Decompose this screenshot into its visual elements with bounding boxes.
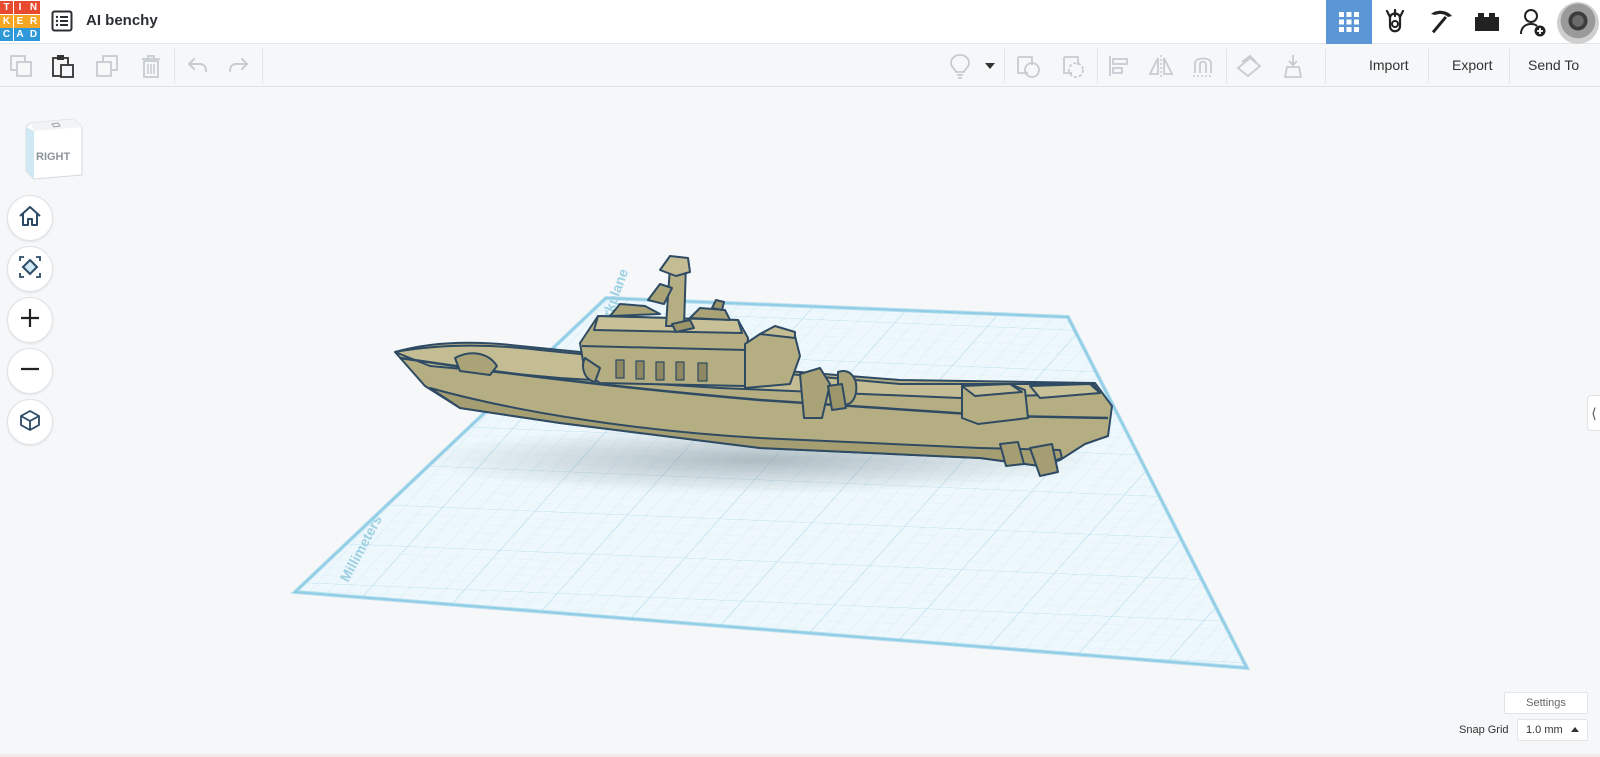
- toolbar-separator: [1226, 49, 1227, 83]
- logo-letter: C: [0, 28, 13, 41]
- paste-icon[interactable]: [50, 53, 76, 79]
- light-bulb-icon[interactable]: [947, 53, 973, 79]
- logo-letter: N: [27, 1, 40, 14]
- undo-icon[interactable]: [184, 53, 210, 79]
- mirror-icon[interactable]: [1148, 53, 1174, 79]
- drop-icon[interactable]: [1280, 53, 1306, 79]
- caret-up-icon: [1571, 727, 1579, 732]
- toolbar-separator: [1325, 49, 1326, 83]
- perspective-cube-icon: [19, 409, 41, 436]
- avatar: [1557, 1, 1599, 44]
- add-user-icon[interactable]: [1510, 0, 1556, 44]
- delete-icon[interactable]: [138, 53, 164, 79]
- fit-all-icon: [18, 255, 42, 284]
- send-to-button[interactable]: Send To: [1528, 57, 1579, 73]
- snap-grid-select[interactable]: 1.0 mm: [1517, 719, 1588, 741]
- top-bar: TIN KER CAD AI benchy: [0, 0, 1600, 44]
- redo-icon[interactable]: [226, 53, 252, 79]
- dropdown-caret-icon[interactable]: [982, 53, 998, 79]
- duplicate-icon[interactable]: [94, 53, 120, 79]
- 3d-design-grid-icon[interactable]: [1326, 0, 1372, 44]
- codeblocks-icon[interactable]: [1372, 0, 1418, 44]
- logo-letter: R: [27, 14, 40, 28]
- hole-shape-icon[interactable]: [1060, 53, 1086, 79]
- edit-toolbar: Import Export Send To: [0, 45, 1600, 87]
- perspective-toggle-button[interactable]: [7, 399, 53, 445]
- project-title[interactable]: AI benchy: [86, 12, 158, 29]
- home-view-button[interactable]: [7, 195, 53, 241]
- toolbar-separator: [1004, 49, 1005, 83]
- export-button[interactable]: Export: [1452, 57, 1492, 73]
- snap-grid-value: 1.0 mm: [1526, 724, 1563, 736]
- zoom-in-icon: [20, 308, 40, 333]
- workplane-icon[interactable]: [1236, 53, 1262, 79]
- cruise-icon[interactable]: [1190, 53, 1216, 79]
- view-cube[interactable]: RIGHT: [20, 113, 90, 188]
- side-panel-toggle[interactable]: ⟨: [1587, 395, 1600, 431]
- import-button[interactable]: Import: [1369, 57, 1409, 73]
- view-cube-face-label: RIGHT: [36, 151, 71, 163]
- settings-button[interactable]: Settings: [1504, 692, 1588, 714]
- zoom-out-icon: [20, 359, 40, 384]
- tinkercad-logo[interactable]: TIN KER CAD: [0, 1, 40, 41]
- toolbar-separator: [262, 49, 263, 83]
- 3d-viewport[interactable]: Workplane Millimeters RIGHT ⟨ Settings S…: [0, 88, 1600, 757]
- zoom-in-button[interactable]: [7, 297, 53, 343]
- toolbar-separator: [1428, 49, 1429, 83]
- pickaxe-icon[interactable]: [1418, 0, 1464, 44]
- logo-letter: D: [27, 28, 40, 41]
- toolbar-separator: [1097, 49, 1098, 83]
- snap-grid-label: Snap Grid: [1459, 724, 1509, 736]
- top-right-actions: [1326, 0, 1600, 44]
- logo-letter: A: [13, 28, 27, 41]
- home-icon: [18, 205, 42, 232]
- copy-icon[interactable]: [8, 53, 34, 79]
- toolbar-separator: [1509, 49, 1510, 83]
- logo-letter: E: [13, 14, 27, 28]
- logo-letter: T: [0, 1, 13, 14]
- logo-letter: I: [13, 1, 27, 14]
- scene-canvas[interactable]: Workplane Millimeters: [0, 88, 1600, 757]
- bricks-icon[interactable]: [1464, 0, 1510, 44]
- logo-letter: K: [0, 14, 13, 28]
- fit-all-button[interactable]: [7, 246, 53, 292]
- align-icon[interactable]: [1106, 53, 1132, 79]
- zoom-out-button[interactable]: [7, 348, 53, 394]
- design-list-icon[interactable]: [51, 10, 73, 32]
- solid-shape-icon[interactable]: [1016, 53, 1042, 79]
- toolbar-separator: [174, 49, 175, 83]
- user-avatar[interactable]: [1556, 0, 1600, 44]
